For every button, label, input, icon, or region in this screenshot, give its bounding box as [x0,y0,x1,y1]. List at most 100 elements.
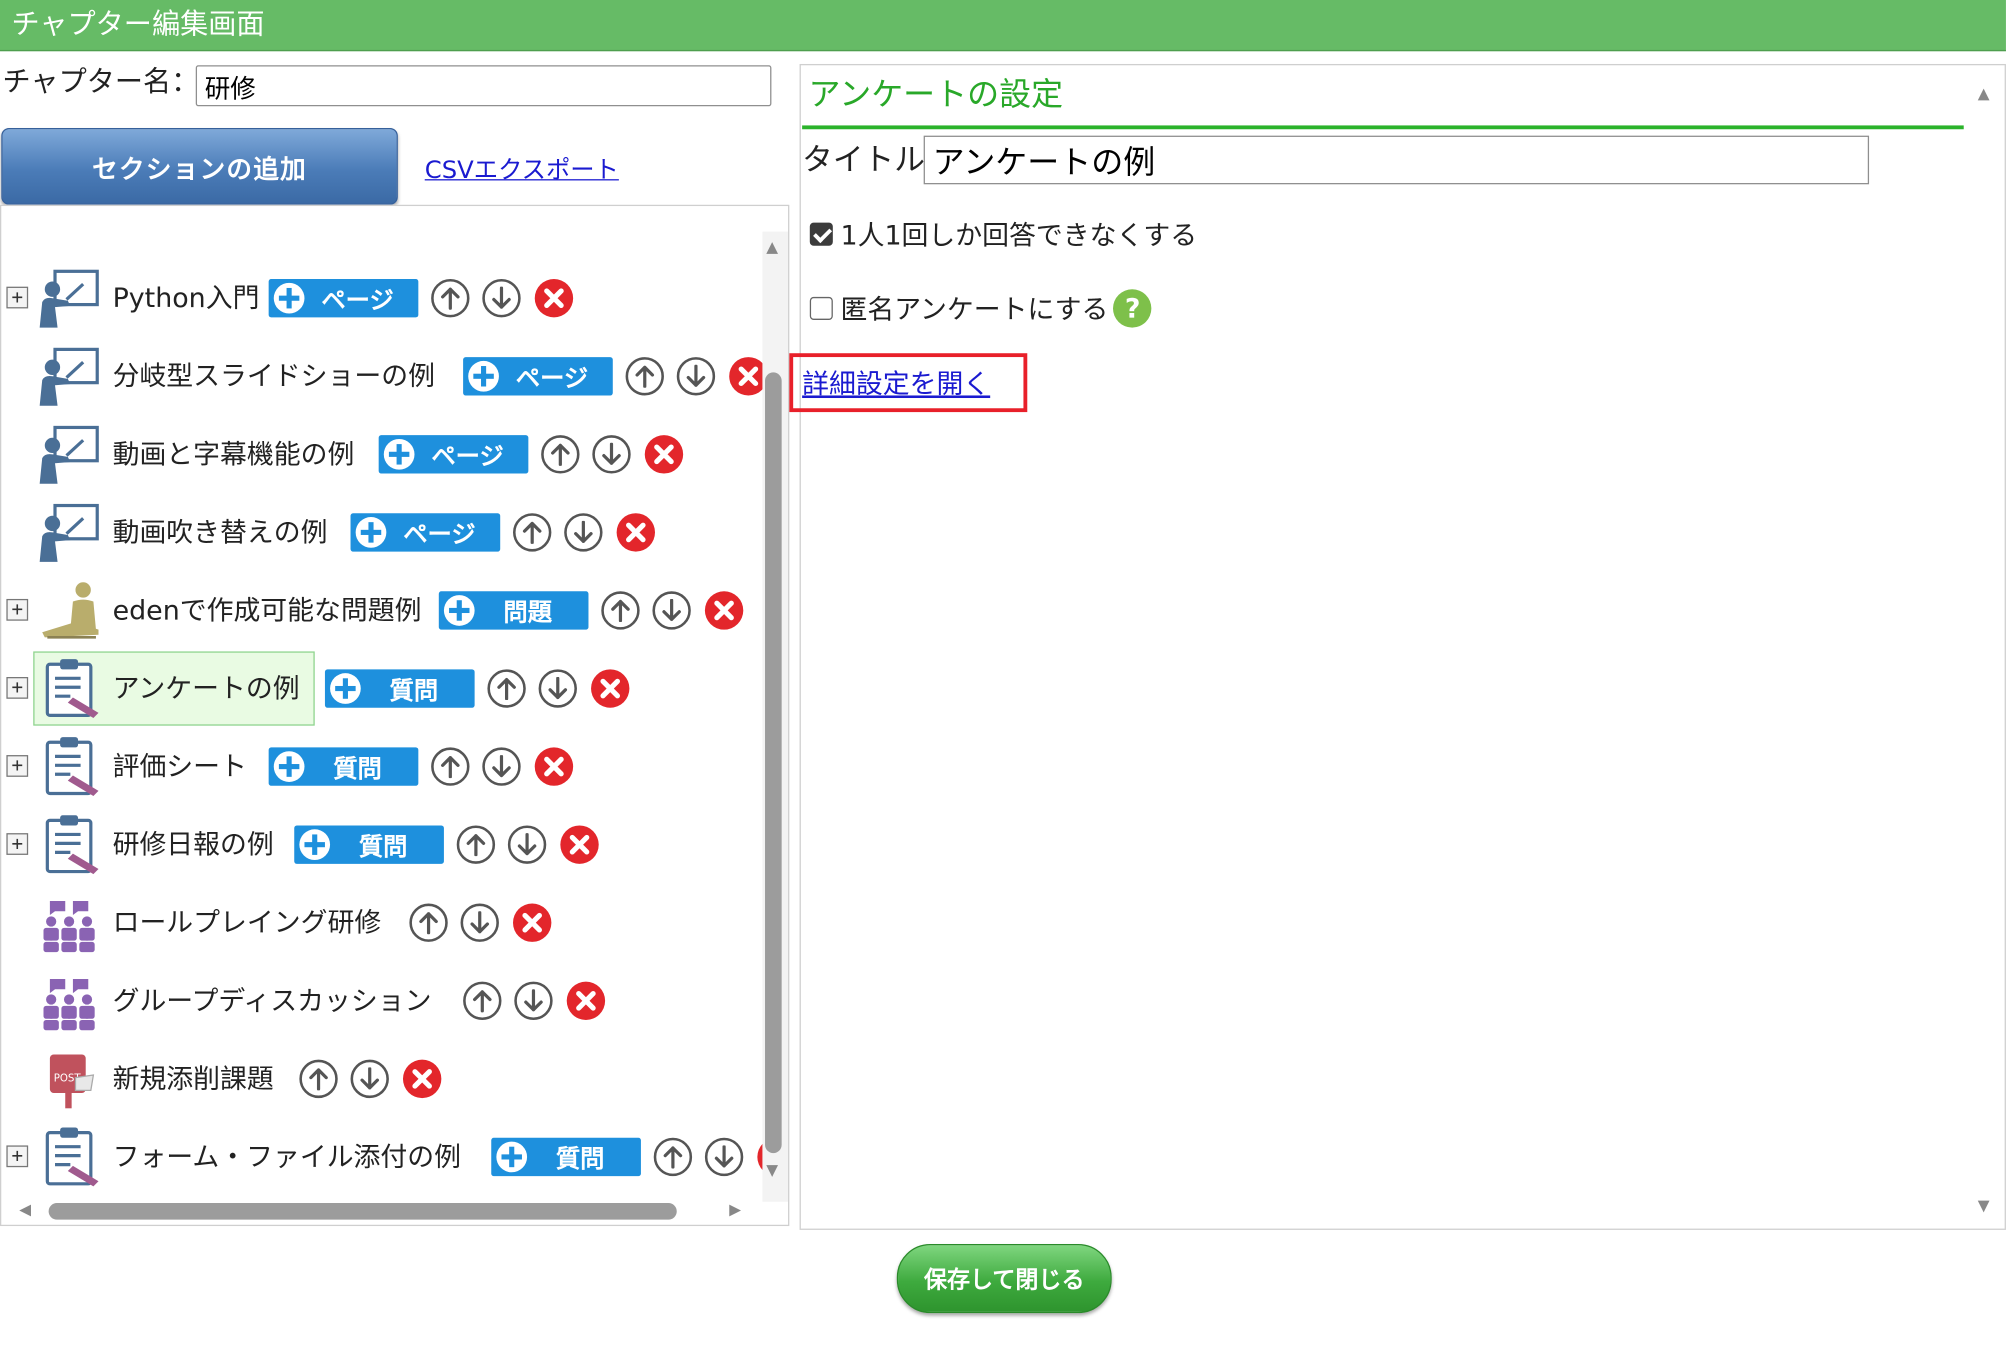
tree-item[interactable]: 分岐型スライドショーの例 ページ [1,338,763,415]
tree-item-label[interactable]: 新規添削課題 [113,1060,274,1098]
add-child-button[interactable]: 質問 [294,825,444,864]
tree-item-label[interactable]: Python入門 [113,279,260,317]
plus-icon [468,360,499,392]
move-down-icon[interactable] [592,435,631,474]
add-child-label: ページ [403,520,476,549]
open-detail-settings-link[interactable]: 詳細設定を開く [802,363,990,401]
settings-heading: アンケートの設定 [808,75,1064,113]
tree-item-label[interactable]: アンケートの例 [113,669,300,707]
add-child-label: 質問 [358,832,408,861]
tree-item-label[interactable]: 分岐型スライドショーの例 [113,357,435,395]
delete-icon[interactable] [566,981,606,1021]
tree-item-label[interactable]: 研修日報の例 [113,825,274,863]
move-down-icon[interactable] [514,981,553,1021]
expand-toggle-icon[interactable]: + [6,677,29,699]
post-icon: POST [37,1047,101,1111]
expand-toggle-icon[interactable]: + [6,1145,29,1168]
delete-icon[interactable] [729,357,763,396]
move-up-icon[interactable] [463,981,502,1021]
add-child-button[interactable]: ページ [463,357,613,396]
settings-scroll-down-icon[interactable]: ▼ [1978,1197,1990,1215]
tree-item-label[interactable]: edenで作成可能な問題例 [113,591,422,629]
vertical-scrollbar-thumb[interactable] [765,372,782,1154]
horizontal-scrollbar-thumb[interactable] [48,1203,677,1220]
plus-icon [299,829,331,861]
expand-toggle-icon[interactable]: + [6,833,29,855]
add-child-button[interactable]: ページ [378,435,529,474]
expand-toggle-icon[interactable]: + [6,286,29,309]
tree-item-label[interactable]: フォーム・ファイル添付の例 [113,1138,461,1176]
settings-scroll-up-icon[interactable]: ▲ [1978,84,1990,102]
delete-icon[interactable] [534,278,574,318]
scroll-left-arrow-icon[interactable]: ◀ [19,1200,31,1218]
csv-export-link[interactable]: CSVエクスポート [425,151,619,186]
add-child-button[interactable]: ページ [350,513,501,552]
plus-icon [355,517,387,548]
delete-icon[interactable] [704,591,744,630]
add-child-button[interactable]: ページ [268,278,419,318]
move-up-icon[interactable] [625,357,664,396]
delete-icon[interactable] [591,669,630,708]
tree-item-label[interactable]: 動画吹き替えの例 [113,513,328,551]
tree-item[interactable]: グループディスカッション [1,962,762,1039]
delete-icon[interactable] [644,435,684,474]
move-down-icon[interactable] [507,825,547,864]
add-child-button[interactable]: 質問 [268,747,419,786]
move-down-icon[interactable] [564,513,603,552]
tree-item[interactable]: + 研修日報の例 質問 [1,806,762,883]
move-up-icon[interactable] [601,591,640,630]
tree-item-label[interactable]: ロールプレイング研修 [113,904,382,942]
move-down-icon[interactable] [482,747,521,786]
move-up-icon[interactable] [487,669,526,708]
move-up-icon[interactable] [431,747,470,786]
expand-toggle-icon[interactable]: + [6,598,29,621]
move-up-icon[interactable] [409,903,448,942]
move-down-icon[interactable] [538,669,577,708]
tree-item[interactable]: ロールプレイング研修 [1,884,762,961]
once-only-checkbox[interactable] [809,222,833,246]
move-up-icon[interactable] [456,825,496,864]
add-section-button[interactable]: セクションの追加 [1,127,398,205]
move-up-icon[interactable] [653,1137,693,1177]
add-child-button[interactable]: 質問 [491,1137,641,1177]
scroll-up-arrow-icon[interactable]: ▲ [766,238,778,256]
move-up-icon[interactable] [541,435,580,474]
save-and-close-button[interactable]: 保存して閉じる [896,1243,1112,1314]
move-down-icon[interactable] [676,357,716,396]
chapter-name-input[interactable] [195,65,772,107]
move-down-icon[interactable] [350,1059,389,1099]
delete-icon[interactable] [560,825,599,864]
move-up-icon[interactable] [512,513,552,552]
tree-item[interactable]: + フォーム・ファイル添付の例 質問 [1,1119,763,1196]
delete-icon[interactable] [512,903,552,942]
survey-title-input[interactable] [923,135,1870,185]
move-down-icon[interactable] [652,591,691,630]
tree-item-label[interactable]: 動画と字幕機能の例 [113,435,355,473]
move-down-icon[interactable] [704,1137,744,1177]
move-up-icon[interactable] [431,278,470,318]
heading-divider [802,125,1964,130]
tree-item[interactable]: + Python入門 ページ [1,260,762,337]
tree-item[interactable]: POST 新規添削課題 [1,1040,762,1117]
help-icon[interactable]: ? [1113,289,1152,328]
move-down-icon[interactable] [482,278,521,318]
tree-item-label[interactable]: 評価シート [113,747,247,785]
tree-item[interactable]: + 評価シート 質問 [1,728,762,805]
tree-item-label[interactable]: グループディスカッション [113,982,432,1020]
scroll-down-arrow-icon[interactable]: ▼ [766,1161,778,1179]
tree-item[interactable]: + アンケートの例 質問 [1,650,762,727]
tree-item[interactable]: + edenで作成可能な問題例 問題 [1,572,762,649]
scroll-right-arrow-icon[interactable]: ▶ [729,1200,741,1218]
tree-item[interactable]: 動画と字幕機能の例 ページ [1,416,762,493]
section-tree-panel: + Python入門 ページ 分岐型スライドショーの例 ページ 動画と字幕機能の例 ページ動… [0,204,790,1227]
delete-icon[interactable] [616,513,656,552]
move-up-icon[interactable] [299,1059,338,1099]
move-down-icon[interactable] [460,903,499,942]
add-child-button[interactable]: 質問 [324,669,475,708]
expand-toggle-icon[interactable]: + [6,755,29,777]
add-child-button[interactable]: 問題 [438,591,589,630]
delete-icon[interactable] [402,1059,442,1099]
delete-icon[interactable] [534,747,574,786]
anonymous-checkbox[interactable] [809,296,833,320]
tree-item[interactable]: 動画吹き替えの例 ページ [1,494,762,571]
